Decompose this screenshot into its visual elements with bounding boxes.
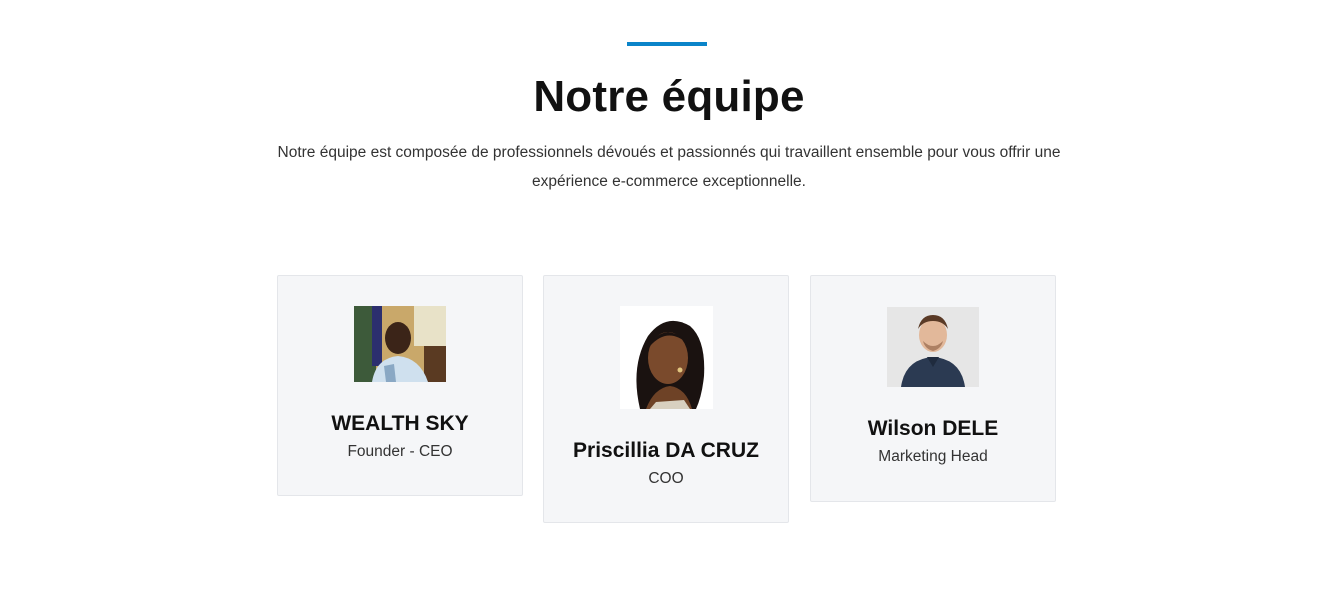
section-accent-bar — [627, 42, 707, 46]
team-member-role: COO — [648, 470, 684, 487]
team-member-name: Priscillia DA CRUZ — [573, 439, 759, 462]
team-card-1: WEALTH SKY Founder - CEO — [277, 275, 523, 496]
team-member-role: Marketing Head — [878, 448, 988, 465]
team-card-3: Wilson DELE Marketing Head — [810, 275, 1056, 502]
team-member-role: Founder - CEO — [347, 443, 453, 460]
team-member-photo — [887, 307, 979, 387]
section-description: Notre équipe est composée de professionn… — [277, 144, 1061, 190]
team-member-name: Wilson DELE — [867, 417, 999, 440]
section-title: Notre équipe — [533, 72, 805, 121]
team-member-name: WEALTH SKY — [331, 412, 469, 435]
team-card-2: Priscillia DA CRUZ COO — [543, 275, 789, 523]
team-member-photo — [354, 306, 446, 382]
team-member-photo — [620, 306, 713, 409]
